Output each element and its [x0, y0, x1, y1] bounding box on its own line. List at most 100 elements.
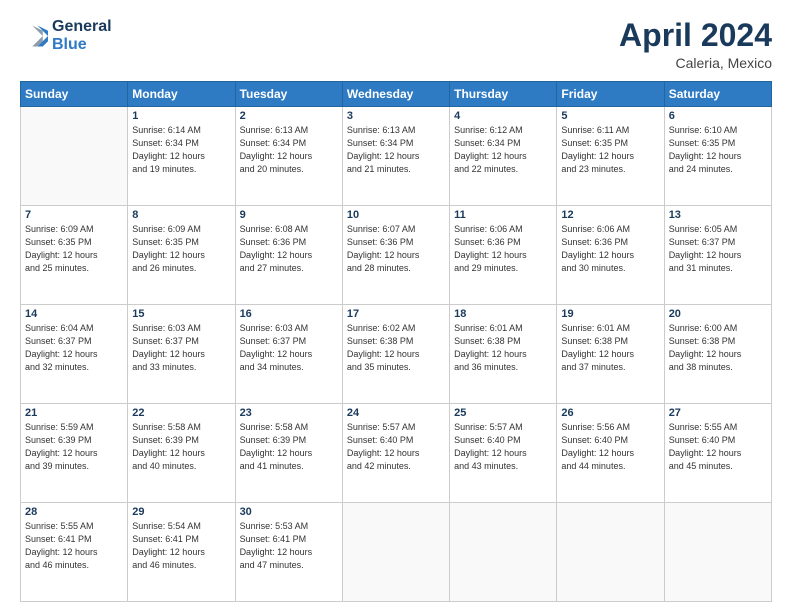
calendar-day-cell: 5Sunrise: 6:11 AMSunset: 6:35 PMDaylight…: [557, 107, 664, 206]
day-number: 22: [132, 407, 230, 419]
day-number: 11: [454, 209, 552, 221]
day-number: 17: [347, 308, 445, 320]
calendar-week-row: 7 Sunrise: 6:09 AMSunset: 6:35 PMDaylight…: [21, 206, 772, 305]
day-number: 30: [240, 506, 338, 518]
calendar-header-row: SundayMondayTuesdayWednesdayThursdayFrid…: [21, 82, 772, 107]
calendar-day-cell: 21 Sunrise: 5:59 AMSunset: 6:39 PMDayligh…: [21, 404, 128, 503]
calendar-day-cell: 16 Sunrise: 6:03 AMSunset: 6:37 PMDayligh…: [235, 305, 342, 404]
calendar-day-cell: 13Sunrise: 6:05 AMSunset: 6:37 PMDayligh…: [664, 206, 771, 305]
day-info: Sunrise: 5:55 AMSunset: 6:40 PMDaylight:…: [669, 421, 767, 473]
day-number: 26: [561, 407, 659, 419]
calendar-week-row: 21 Sunrise: 5:59 AMSunset: 6:39 PMDayligh…: [21, 404, 772, 503]
day-info: Sunrise: 6:01 AMSunset: 6:38 PMDaylight:…: [454, 322, 552, 374]
day-info: Sunrise: 6:08 AMSunset: 6:36 PMDaylight:…: [240, 223, 338, 275]
calendar-day-cell: [664, 503, 771, 602]
calendar-day-cell: [342, 503, 449, 602]
calendar-day-cell: 24 Sunrise: 5:57 AMSunset: 6:40 PMDayligh…: [342, 404, 449, 503]
day-number: 4: [454, 110, 552, 122]
day-info: Sunrise: 5:57 AMSunset: 6:40 PMDaylight:…: [454, 421, 552, 473]
location: Caleria, Mexico: [619, 55, 772, 71]
calendar-day-cell: 26 Sunrise: 5:56 AMSunset: 6:40 PMDayligh…: [557, 404, 664, 503]
day-number: 8: [132, 209, 230, 221]
calendar-day-cell: 7 Sunrise: 6:09 AMSunset: 6:35 PMDaylight…: [21, 206, 128, 305]
calendar-day-cell: 4 Sunrise: 6:12 AMSunset: 6:34 PMDaylight…: [450, 107, 557, 206]
calendar-week-row: 14Sunrise: 6:04 AMSunset: 6:37 PMDayligh…: [21, 305, 772, 404]
calendar-day-cell: 3 Sunrise: 6:13 AMSunset: 6:34 PMDaylight…: [342, 107, 449, 206]
calendar-week-row: 1 Sunrise: 6:14 AMSunset: 6:34 PMDaylight…: [21, 107, 772, 206]
calendar-day-cell: 2Sunrise: 6:13 AMSunset: 6:34 PMDaylight…: [235, 107, 342, 206]
calendar-week-row: 28 Sunrise: 5:55 AMSunset: 6:41 PMDayligh…: [21, 503, 772, 602]
day-info: Sunrise: 5:53 AMSunset: 6:41 PMDaylight:…: [240, 520, 338, 572]
day-info: Sunrise: 5:59 AMSunset: 6:39 PMDaylight:…: [25, 421, 123, 473]
day-number: 3: [347, 110, 445, 122]
day-info: Sunrise: 5:58 AMSunset: 6:39 PMDaylight:…: [132, 421, 230, 473]
calendar-weekday-header: Saturday: [664, 82, 771, 107]
calendar-day-cell: 29 Sunrise: 5:54 AMSunset: 6:41 PMDayligh…: [128, 503, 235, 602]
day-number: 16: [240, 308, 338, 320]
day-number: 2: [240, 110, 338, 122]
calendar-day-cell: 15 Sunrise: 6:03 AMSunset: 6:37 PMDayligh…: [128, 305, 235, 404]
day-number: 21: [25, 407, 123, 419]
day-info: Sunrise: 5:56 AMSunset: 6:40 PMDaylight:…: [561, 421, 659, 473]
calendar-day-cell: [450, 503, 557, 602]
day-info: Sunrise: 5:58 AMSunset: 6:39 PMDaylight:…: [240, 421, 338, 473]
logo: General Blue: [20, 18, 112, 55]
day-number: 10: [347, 209, 445, 221]
day-info: Sunrise: 6:07 AMSunset: 6:36 PMDaylight:…: [347, 223, 445, 275]
day-number: 9: [240, 209, 338, 221]
calendar-weekday-header: Thursday: [450, 82, 557, 107]
day-number: 29: [132, 506, 230, 518]
calendar-day-cell: 28 Sunrise: 5:55 AMSunset: 6:41 PMDayligh…: [21, 503, 128, 602]
calendar-day-cell: 20Sunrise: 6:00 AMSunset: 6:38 PMDayligh…: [664, 305, 771, 404]
day-info: Sunrise: 6:13 AMSunset: 6:34 PMDaylight:…: [347, 124, 445, 176]
day-info: Sunrise: 6:02 AMSunset: 6:38 PMDaylight:…: [347, 322, 445, 374]
calendar-day-cell: 25 Sunrise: 5:57 AMSunset: 6:40 PMDayligh…: [450, 404, 557, 503]
day-number: 19: [561, 308, 659, 320]
day-info: Sunrise: 6:01 AMSunset: 6:38 PMDaylight:…: [561, 322, 659, 374]
header: General Blue April 2024 Caleria, Mexico: [20, 18, 772, 71]
day-number: 27: [669, 407, 767, 419]
day-info: Sunrise: 6:03 AMSunset: 6:37 PMDaylight:…: [240, 322, 338, 374]
day-info: Sunrise: 6:09 AMSunset: 6:35 PMDaylight:…: [25, 223, 123, 275]
calendar-day-cell: 17 Sunrise: 6:02 AMSunset: 6:38 PMDayligh…: [342, 305, 449, 404]
day-number: 1: [132, 110, 230, 122]
day-number: 28: [25, 506, 123, 518]
calendar-weekday-header: Sunday: [21, 82, 128, 107]
calendar-weekday-header: Tuesday: [235, 82, 342, 107]
day-info: Sunrise: 5:57 AMSunset: 6:40 PMDaylight:…: [347, 421, 445, 473]
calendar-day-cell: 1 Sunrise: 6:14 AMSunset: 6:34 PMDaylight…: [128, 107, 235, 206]
day-number: 6: [669, 110, 767, 122]
day-number: 23: [240, 407, 338, 419]
day-number: 12: [561, 209, 659, 221]
day-number: 13: [669, 209, 767, 221]
calendar-day-cell: 22 Sunrise: 5:58 AMSunset: 6:39 PMDayligh…: [128, 404, 235, 503]
calendar-table: SundayMondayTuesdayWednesdayThursdayFrid…: [20, 81, 772, 602]
calendar-day-cell: [21, 107, 128, 206]
calendar-day-cell: 14Sunrise: 6:04 AMSunset: 6:37 PMDayligh…: [21, 305, 128, 404]
day-info: Sunrise: 5:54 AMSunset: 6:41 PMDaylight:…: [132, 520, 230, 572]
day-info: Sunrise: 5:55 AMSunset: 6:41 PMDaylight:…: [25, 520, 123, 572]
calendar-day-cell: 19 Sunrise: 6:01 AMSunset: 6:38 PMDayligh…: [557, 305, 664, 404]
calendar-day-cell: 9 Sunrise: 6:08 AMSunset: 6:36 PMDaylight…: [235, 206, 342, 305]
day-info: Sunrise: 6:03 AMSunset: 6:37 PMDaylight:…: [132, 322, 230, 374]
calendar-day-cell: 12 Sunrise: 6:06 AMSunset: 6:36 PMDayligh…: [557, 206, 664, 305]
calendar-day-cell: 6Sunrise: 6:10 AMSunset: 6:35 PMDaylight…: [664, 107, 771, 206]
calendar-day-cell: [557, 503, 664, 602]
day-number: 7: [25, 209, 123, 221]
day-info: Sunrise: 6:14 AMSunset: 6:34 PMDaylight:…: [132, 124, 230, 176]
day-number: 25: [454, 407, 552, 419]
day-number: 15: [132, 308, 230, 320]
day-number: 5: [561, 110, 659, 122]
day-info: Sunrise: 6:06 AMSunset: 6:36 PMDaylight:…: [561, 223, 659, 275]
day-number: 24: [347, 407, 445, 419]
calendar-day-cell: 30 Sunrise: 5:53 AMSunset: 6:41 PMDayligh…: [235, 503, 342, 602]
day-info: Sunrise: 6:12 AMSunset: 6:34 PMDaylight:…: [454, 124, 552, 176]
day-info: Sunrise: 6:04 AMSunset: 6:37 PMDaylight:…: [25, 322, 123, 374]
page: General Blue April 2024 Caleria, Mexico …: [0, 0, 792, 612]
calendar-day-cell: 8Sunrise: 6:09 AMSunset: 6:35 PMDaylight…: [128, 206, 235, 305]
calendar-day-cell: 18Sunrise: 6:01 AMSunset: 6:38 PMDayligh…: [450, 305, 557, 404]
logo-text: General Blue: [52, 18, 112, 55]
logo-icon: [20, 22, 48, 50]
calendar-day-cell: 27 Sunrise: 5:55 AMSunset: 6:40 PMDayligh…: [664, 404, 771, 503]
day-info: Sunrise: 6:00 AMSunset: 6:38 PMDaylight:…: [669, 322, 767, 374]
